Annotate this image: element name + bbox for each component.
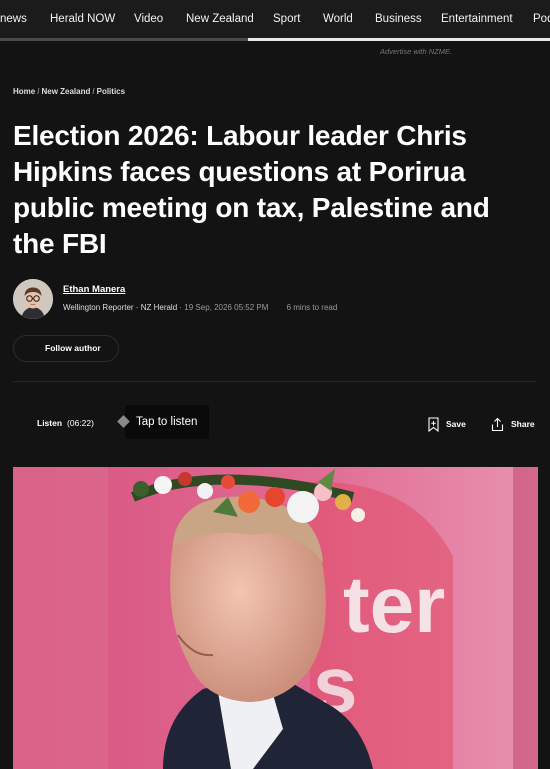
top-navigation: news Herald NOW Video New Zealand Sport … xyxy=(0,0,550,38)
listen-duration: (06:22) xyxy=(67,418,94,428)
author-outlet: NZ Herald xyxy=(140,303,178,312)
share-label: Share xyxy=(511,419,535,429)
nav-item-podcasts[interactable]: Podcasts xyxy=(533,13,550,25)
nav-item-sport[interactable]: Sport xyxy=(273,13,301,25)
breadcrumb-separator: / xyxy=(37,87,40,96)
plus-icon xyxy=(29,345,37,353)
author-avatar[interactable] xyxy=(13,279,53,319)
svg-text:ter: ter xyxy=(343,560,445,649)
listen-button[interactable]: Listen (06:22) xyxy=(13,417,94,428)
nav-item-new-zealand[interactable]: New Zealand xyxy=(186,13,254,25)
nav-item-news[interactable]: news xyxy=(0,13,27,25)
byline-meta: Wellington Reporter · NZ Herald · 19 Sep… xyxy=(63,303,337,312)
nav-item-world[interactable]: World xyxy=(323,13,353,25)
author-name-link[interactable]: Ethan Manera xyxy=(63,284,125,295)
nav-item-herald-now[interactable]: Herald NOW xyxy=(50,13,115,25)
nav-scroll-thumb[interactable] xyxy=(0,38,248,41)
hero-image[interactable]: ter s n xyxy=(13,467,538,769)
follow-author-button[interactable]: Follow author xyxy=(13,335,119,362)
publish-date: 19 Sep, 2026 05:52 PM xyxy=(184,303,269,312)
nav-item-business[interactable]: Business xyxy=(375,13,422,25)
share-icon xyxy=(491,417,504,431)
byline-separator: · xyxy=(135,303,139,312)
breadcrumb-politics[interactable]: Politics xyxy=(97,87,125,96)
nav-item-video[interactable]: Video xyxy=(134,13,163,25)
share-button[interactable]: Share xyxy=(491,415,535,433)
headphones-icon xyxy=(16,417,28,425)
bookmark-icon xyxy=(428,416,439,432)
article-headline: Election 2026: Labour leader Chris Hipki… xyxy=(13,120,490,259)
breadcrumb: Home / New Zealand / Politics xyxy=(13,87,125,96)
breadcrumb-separator: / xyxy=(92,87,95,96)
tooltip-arrow xyxy=(117,415,130,428)
divider xyxy=(13,381,537,382)
save-button[interactable]: Save xyxy=(428,415,466,433)
byline-separator: · xyxy=(179,303,183,312)
nav-scroll-bar[interactable] xyxy=(0,38,550,41)
read-time: 6 mins to read xyxy=(286,303,338,312)
tooltip-text: Tap to listen xyxy=(136,416,198,428)
breadcrumb-home[interactable]: Home xyxy=(13,87,35,96)
nav-item-entertainment[interactable]: Entertainment xyxy=(441,13,513,25)
listen-label: Listen xyxy=(37,418,63,428)
listen-tooltip: Tap to listen xyxy=(117,405,209,439)
save-label: Save xyxy=(446,419,466,429)
follow-author-label: Follow author xyxy=(45,343,101,353)
advertise-label[interactable]: Advertise with NZME. xyxy=(380,47,452,56)
breadcrumb-new-zealand[interactable]: New Zealand xyxy=(41,87,90,96)
author-role: Wellington Reporter xyxy=(63,303,134,312)
